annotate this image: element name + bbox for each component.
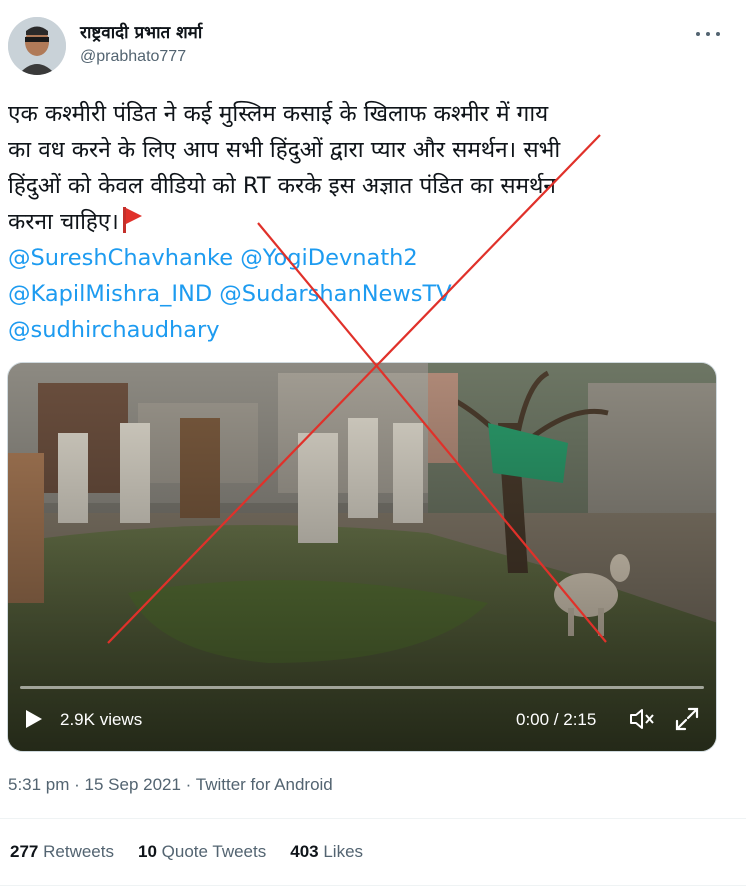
volume-muted-icon[interactable] xyxy=(628,707,656,731)
tweet-text-line-last: करना चाहिए। xyxy=(8,204,728,240)
play-icon[interactable] xyxy=(26,710,42,728)
video-player[interactable]: 2.9K views 0:00 / 2:15 xyxy=(7,362,717,752)
tweet-text-line: करना चाहिए। xyxy=(8,209,119,235)
avatar[interactable] xyxy=(8,17,66,75)
fullscreen-icon[interactable] xyxy=(674,706,700,732)
mention-line[interactable]: @KapilMishra_IND @SudarshanNewsTV xyxy=(8,276,728,312)
tweet-body: एक कश्मीरी पंडित ने कई मुस्लिम कसाई के ख… xyxy=(8,96,728,348)
avatar-image xyxy=(8,17,66,75)
more-options-icon[interactable] xyxy=(696,22,720,46)
tweet-text-line: का वध करने के लिए आप सभी हिंदुओं द्वारा … xyxy=(8,137,561,163)
author-display-name[interactable]: राष्ट्रवादी प्रभात शर्मा xyxy=(80,20,202,43)
likes-stat[interactable]: 403 Likes xyxy=(290,842,363,862)
retweets-stat[interactable]: 277 Retweets xyxy=(10,842,114,862)
engagement-stats: 277 Retweets 10 Quote Tweets 403 Likes xyxy=(10,842,363,862)
mention-line[interactable]: @SureshChavhanke @YogiDevnath2 xyxy=(8,240,728,276)
video-time: 0:00 / 2:15 xyxy=(516,710,597,729)
author-handle[interactable]: @prabhato777 xyxy=(80,48,186,66)
divider xyxy=(0,885,746,886)
red-flag-icon xyxy=(122,207,142,233)
tweet-text-line: एक कश्मीरी पंडित ने कई मुस्लिम कसाई के ख… xyxy=(8,101,549,127)
tweet-header: राष्ट्रवादी प्रभात शर्मा @prabhato777 xyxy=(0,0,746,96)
video-controls: 2.9K views 0:00 / 2:15 xyxy=(8,689,716,751)
quote-tweets-stat[interactable]: 10 Quote Tweets xyxy=(138,842,266,862)
divider xyxy=(0,818,746,819)
video-views: 2.9K views xyxy=(60,710,143,729)
mention-line[interactable]: @sudhirchaudhary xyxy=(8,312,728,348)
tweet-timestamp[interactable]: 5:31 pm · 15 Sep 2021 · Twitter for Andr… xyxy=(8,775,333,795)
tweet-text-line: हिंदुओं को केवल वीडियो को RT करके इस अज्… xyxy=(8,173,556,199)
